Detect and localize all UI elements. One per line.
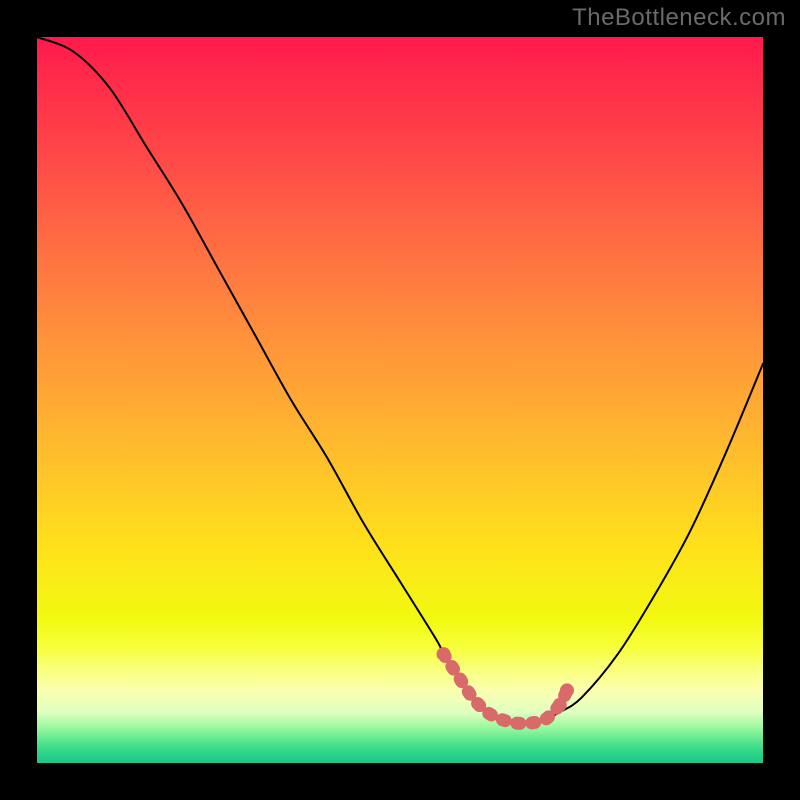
watermark-text: TheBottleneck.com [572, 4, 786, 32]
chart-frame: TheBottleneck.com [0, 0, 800, 800]
optimal-range-dot [553, 698, 567, 712]
optimal-range-marker [437, 647, 574, 723]
optimal-range-dot [437, 647, 451, 661]
bottleneck-curve [37, 37, 763, 724]
curve-layer [37, 37, 763, 763]
plot-area [37, 37, 763, 763]
optimal-range-dot [560, 683, 574, 697]
optimal-range-path [444, 654, 567, 723]
